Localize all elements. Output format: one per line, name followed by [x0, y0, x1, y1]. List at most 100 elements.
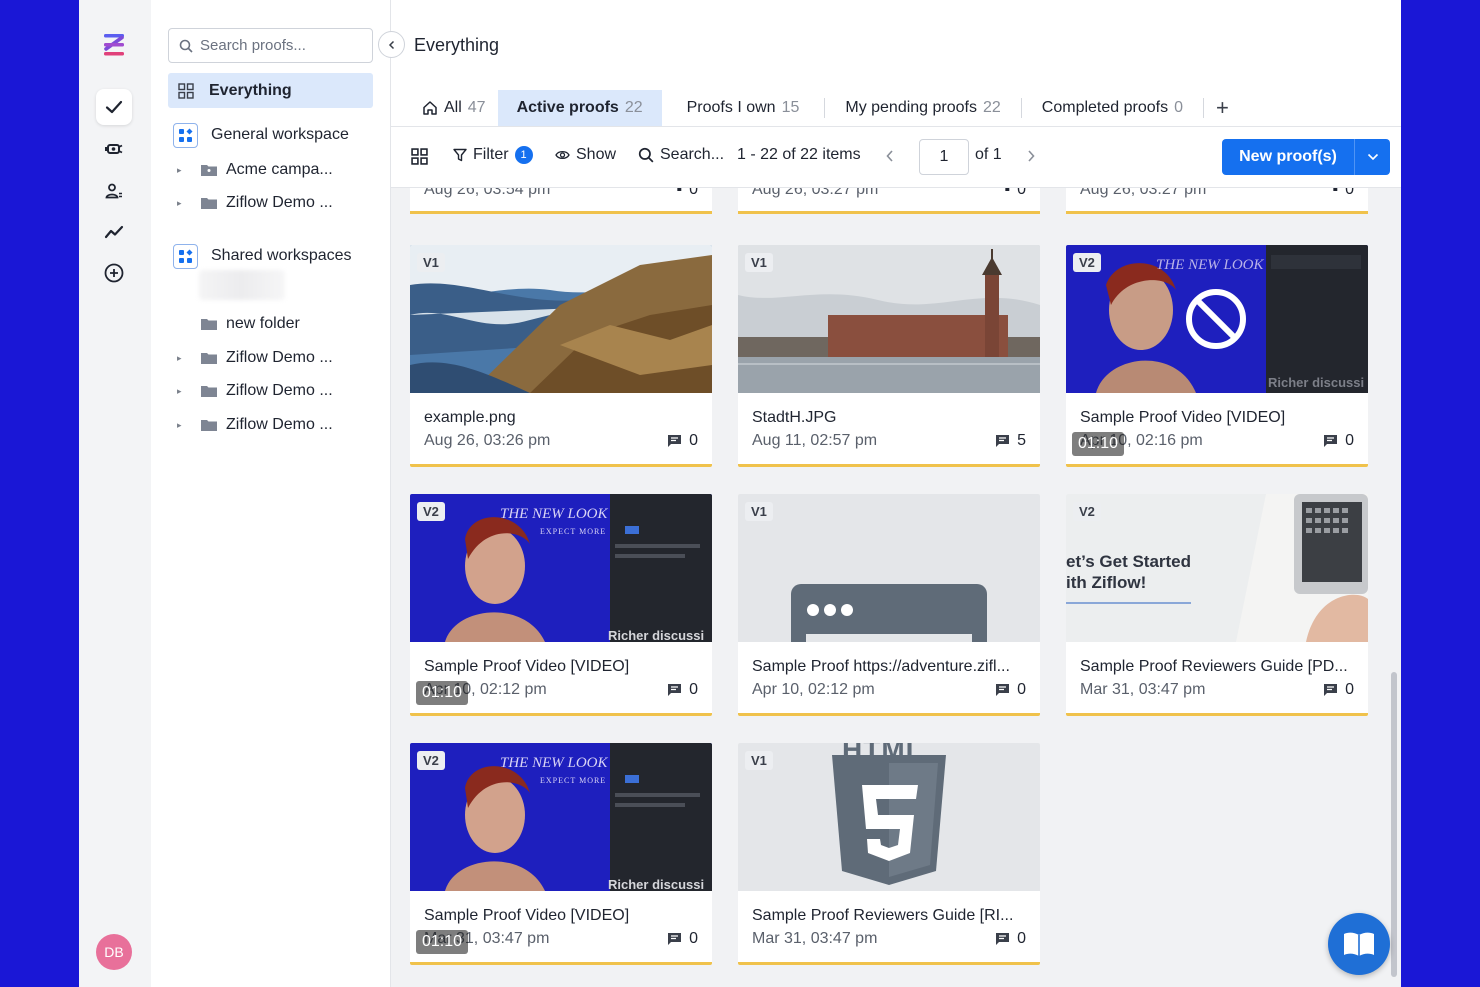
contacts-nav-button[interactable]	[96, 173, 132, 209]
user-avatar[interactable]: DB	[96, 934, 132, 970]
shared-folder-icon	[201, 165, 217, 176]
card-comments: 0	[995, 681, 1026, 699]
reports-nav-button[interactable]	[96, 214, 132, 250]
general-workspace-label: General workspace	[211, 126, 349, 143]
folder-sidebar: Everything General workspace ▸ Acme camp…	[151, 0, 391, 987]
card-date: Aug 26, 03:27 pm	[1080, 188, 1207, 198]
ziflow-logo-icon[interactable]	[100, 32, 128, 60]
chevron-left-icon	[388, 40, 394, 49]
workspace-icon	[173, 122, 198, 148]
card-date: Aug 11, 02:57 pm	[752, 432, 878, 449]
version-badge: V2	[417, 751, 445, 770]
plus-circle-icon	[104, 263, 124, 283]
search-proofs-input[interactable]	[200, 37, 360, 54]
folder-row[interactable]: ▸ Ziflow Demo ...	[177, 380, 333, 402]
create-nav-button[interactable]	[96, 255, 132, 291]
expand-caret-icon[interactable]: ▸	[177, 386, 201, 397]
comment-count: 0	[689, 188, 698, 198]
card-name: Sample Proof Video [VIDEO]	[1080, 409, 1286, 426]
tab-label: Proofs I own	[686, 99, 776, 116]
show-button[interactable]: Show	[555, 146, 616, 164]
tab-my-pending-proofs[interactable]: My pending proofs 22	[825, 90, 1020, 126]
view-toggle-button[interactable]	[411, 148, 428, 165]
proof-card[interactable]: THE NEW LOOK EXPECT MORE Richer discussi…	[410, 494, 712, 716]
proof-card[interactable]: Aug 26, 03:54 pm ▪ 0	[410, 188, 712, 214]
filter-button[interactable]: Filter 1	[453, 146, 533, 164]
page-of-label: of 1	[975, 146, 1002, 163]
main-panel: Everything All 47 Active proofs 22 Proof…	[378, 0, 1401, 987]
proof-card[interactable]: V1 Sample Proof https://adventure.zifl..…	[738, 494, 1040, 716]
prev-page-button[interactable]	[885, 149, 895, 163]
proof-card[interactable]: Aug 26, 03:27 pm ▪ 0	[738, 188, 1040, 214]
search-proofs-box	[168, 28, 373, 63]
folder-row[interactable]: new folder	[177, 313, 300, 335]
home-icon	[423, 101, 437, 115]
shared-workspaces[interactable]: Shared workspaces	[173, 243, 352, 269]
chevron-right-icon	[1028, 150, 1035, 162]
tab-count: 22	[983, 99, 1001, 116]
next-page-button[interactable]	[1026, 149, 1036, 163]
card-comments: ▪ 0	[1332, 188, 1354, 199]
folder-row[interactable]: ▸ Ziflow Demo ...	[177, 414, 333, 436]
comment-icon	[1324, 435, 1338, 447]
card-thumbnail	[738, 494, 1040, 642]
card-date: Apr 10, 02:12 pm	[752, 681, 875, 698]
folder-icon	[201, 319, 217, 330]
expand-caret-icon[interactable]: ▸	[177, 420, 201, 431]
tab-completed-proofs[interactable]: Completed proofs 0	[1022, 90, 1203, 126]
comment-icon	[668, 435, 682, 447]
general-workspace[interactable]: General workspace	[173, 122, 349, 148]
add-tab-button[interactable]: +	[1204, 90, 1241, 126]
new-proof-button[interactable]: New proof(s)	[1222, 139, 1355, 175]
thumb-headline-1: et’s Get Started	[1066, 552, 1192, 571]
filter-icon	[453, 148, 467, 162]
comment-icon: ▪	[1332, 188, 1339, 198]
proof-card[interactable]: THE NEW LOOK Richer discussi V2 01:10 Sa…	[1066, 245, 1368, 467]
version-badge: V1	[745, 502, 773, 521]
expand-caret-icon[interactable]: ▸	[177, 198, 201, 209]
search-icon	[179, 39, 193, 53]
card-name: Sample Proof Reviewers Guide [PD...	[1080, 658, 1348, 675]
video-subhead: EXPECT MORE	[540, 776, 607, 785]
folder-row[interactable]: ▸ Ziflow Demo ...	[177, 347, 333, 369]
card-comments: 0	[1323, 432, 1354, 450]
collapse-sidebar-button[interactable]	[378, 31, 405, 58]
show-label: Show	[576, 146, 617, 163]
tab-proofs-i-own[interactable]: Proofs I own 15	[662, 90, 825, 126]
tab-active-proofs[interactable]: Active proofs 22	[497, 90, 662, 126]
folder-icon	[201, 386, 217, 397]
help-book-button[interactable]	[1328, 913, 1390, 975]
redacted-workspace-name	[199, 270, 285, 300]
expand-caret-icon[interactable]: ▸	[177, 165, 201, 176]
card-comments: 0	[667, 432, 698, 450]
folder-row[interactable]: ▸ Acme campa...	[177, 159, 333, 181]
proof-card[interactable]: THE NEW LOOK EXPECT MORE Richer discussi…	[410, 743, 712, 965]
version-badge: V1	[417, 253, 445, 272]
proofs-nav-button[interactable]	[96, 89, 132, 125]
tab-count: 0	[1174, 99, 1183, 116]
tab-all[interactable]: All 47	[410, 90, 498, 126]
comment-count: 0	[1017, 681, 1026, 698]
card-thumbnail	[410, 245, 712, 393]
video-headline: THE NEW LOOK	[1156, 257, 1264, 273]
folder-row[interactable]: ▸ Ziflow Demo ...	[177, 192, 333, 214]
proof-card[interactable]: HTML V1 Sample Proof Reviewers Guide [RI…	[738, 743, 1040, 965]
proof-card[interactable]: Aug 26, 03:27 pm ▪ 0	[1066, 188, 1368, 214]
users-icon	[105, 183, 122, 199]
workspace-icon	[173, 243, 198, 269]
new-proof-dropdown-button[interactable]	[1355, 139, 1390, 175]
search-button[interactable]: Search...	[638, 146, 724, 164]
expand-caret-icon[interactable]: ▸	[177, 353, 201, 364]
proof-card[interactable]: et’s Get Started ith Ziflow! V2 Sample P…	[1066, 494, 1368, 716]
scrollbar-thumb[interactable]	[1391, 672, 1397, 977]
page-title: Everything	[414, 35, 500, 55]
nav-everything[interactable]: Everything	[168, 73, 373, 108]
proof-card[interactable]: V1 example.png Aug 26, 03:26 pm 0	[410, 245, 712, 467]
filter-count-badge: 1	[514, 146, 533, 164]
card-name: Sample Proof Video [VIDEO]	[424, 907, 630, 924]
check-icon	[105, 100, 123, 114]
projects-nav-button[interactable]	[96, 131, 132, 167]
comment-icon	[996, 933, 1010, 945]
page-number-input[interactable]	[919, 139, 969, 175]
proof-card[interactable]: V1 StadtH.JPG Aug 11, 02:57 pm 5	[738, 245, 1040, 467]
